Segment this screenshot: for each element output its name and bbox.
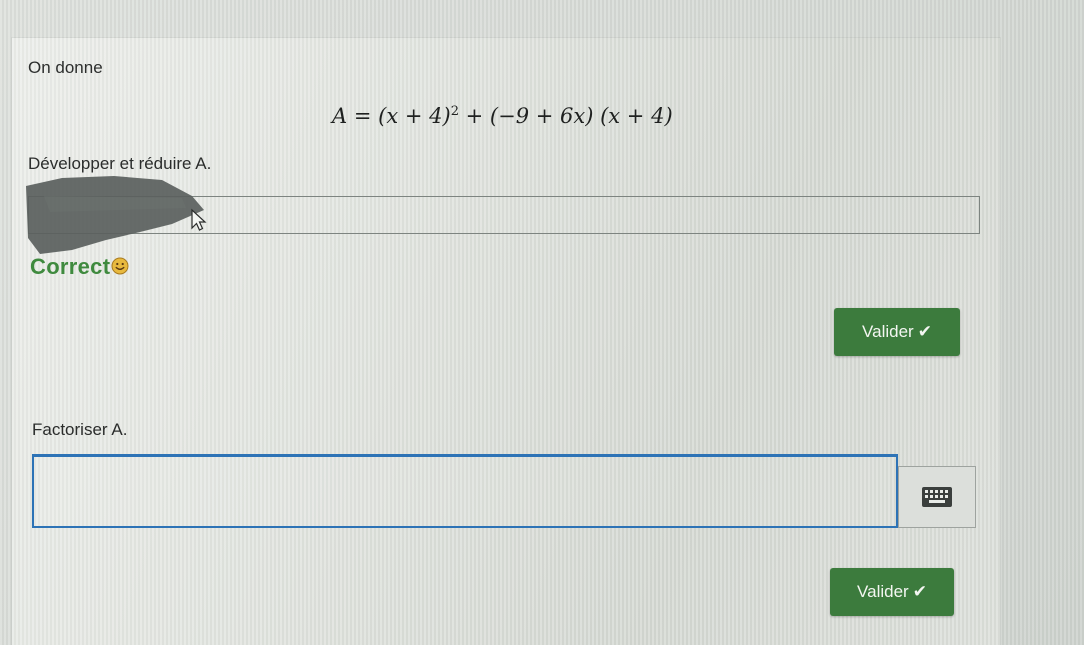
validate-button-2-label: Valider (857, 582, 909, 601)
formula-part-1: (x + 4) (378, 104, 451, 128)
feedback-correct: Correct (30, 254, 129, 280)
exercise-card: On donne A = (x + 4)2 + (−9 + 6x) (x + 4… (12, 38, 1000, 645)
formula-lhs: A (332, 104, 348, 128)
redacted-answer-shape (26, 176, 204, 254)
intro-text: On donne (28, 58, 103, 77)
validate-button-1-label: Valider (862, 322, 914, 341)
feedback-correct-text: Correct (30, 254, 111, 279)
keyboard-icon (922, 487, 952, 507)
smiley-icon (111, 257, 129, 275)
screen: On donne A = (x + 4)2 + (−9 + 6x) (x + 4… (0, 0, 1084, 645)
check-icon: ✔ (917, 322, 932, 341)
virtual-keyboard-button[interactable] (898, 466, 976, 528)
validate-button-1[interactable]: Valider ✔ (834, 308, 960, 356)
validate-button-2[interactable]: Valider ✔ (830, 568, 954, 616)
formula-equals: = (353, 104, 379, 128)
mouse-cursor-icon (191, 208, 207, 231)
formula-exponent: 2 (450, 104, 459, 119)
formula-part-2: + (−9 + 6x) (x + 4) (465, 104, 673, 128)
question-2-answer-field[interactable] (32, 454, 898, 528)
question-2-prompt: Factoriser A. (32, 420, 128, 439)
question-1-prompt: Développer et réduire A. (28, 154, 212, 173)
formula: A = (x + 4)2 + (−9 + 6x) (x + 4) (332, 104, 673, 128)
check-icon: ✔ (912, 582, 927, 601)
